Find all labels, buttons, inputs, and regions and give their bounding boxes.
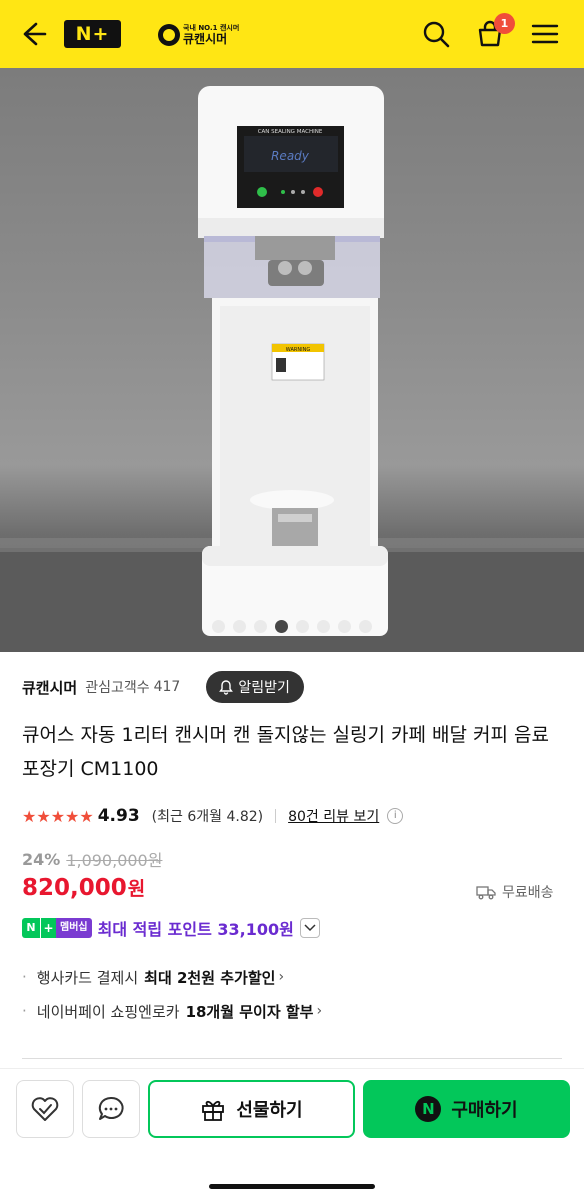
section-divider bbox=[22, 1058, 562, 1059]
pagination-dot[interactable] bbox=[317, 619, 330, 633]
installment-benefit[interactable]: · 네이버페이 쇼핑엔로카 18개월 무이자 할부 › bbox=[22, 998, 322, 1024]
card-discount-benefit[interactable]: · 행사카드 결제시 최대 2천원 추가할인 › bbox=[22, 964, 284, 990]
gift-button[interactable]: 선물하기 bbox=[148, 1080, 355, 1138]
naver-plus-membership-badge: N + 멤버십 bbox=[22, 918, 92, 938]
recent-rating: (최근 6개월 4.82) bbox=[151, 809, 264, 825]
rating-divider bbox=[275, 809, 277, 823]
benefit-highlight: 18개월 무이자 할부 bbox=[185, 1002, 314, 1021]
back-arrow-icon[interactable] bbox=[16, 18, 48, 50]
chat-inquiry-button[interactable] bbox=[82, 1080, 140, 1138]
home-indicator bbox=[209, 1184, 375, 1189]
pagination-dot-active[interactable] bbox=[275, 619, 288, 633]
pagination-dot[interactable] bbox=[296, 619, 309, 633]
pagination-dot[interactable] bbox=[338, 619, 351, 633]
brand-name: 큐캔시머 bbox=[183, 32, 228, 46]
badge-member: 멤버십 bbox=[56, 918, 92, 938]
brand-badge-icon bbox=[158, 24, 180, 46]
chevron-right-icon: › bbox=[278, 969, 285, 985]
naver-pay-icon: N bbox=[415, 1096, 442, 1122]
alert-subscribe-label: 알림받기 bbox=[238, 679, 290, 695]
chevron-right-icon: › bbox=[316, 1003, 323, 1019]
truck-icon bbox=[476, 886, 496, 900]
membership-points-row: N + 멤버십 최대 적립 포인트 33,100원 bbox=[22, 914, 320, 942]
alert-subscribe-button[interactable]: 알림받기 bbox=[206, 671, 304, 703]
wishlist-button[interactable] bbox=[16, 1080, 74, 1138]
product-image[interactable]: CAN SEALING MACHINE Ready WARNING bbox=[0, 68, 584, 652]
benefit-highlight: 최대 2천원 추가할인 bbox=[144, 968, 276, 987]
follower-count: 417 bbox=[153, 679, 181, 695]
search-icon[interactable] bbox=[420, 18, 452, 50]
gift-icon bbox=[202, 1100, 225, 1121]
info-icon[interactable]: i bbox=[387, 808, 404, 824]
product-title: 큐어스 자동 1리터 캔시머 캔 돌지않는 실링기 카페 배달 커피 음료 포장… bbox=[22, 724, 549, 780]
badge-plus: + bbox=[40, 918, 56, 938]
heart-check-icon bbox=[31, 1097, 59, 1121]
chevron-down-icon bbox=[304, 924, 316, 932]
rating-stars-icon: ★★★★★ bbox=[22, 806, 94, 826]
seller-name[interactable]: 큐캔시머 bbox=[22, 677, 77, 698]
badge-n: N bbox=[22, 918, 40, 938]
rating-score: 4.93 bbox=[97, 806, 140, 826]
brand-logo[interactable]: 국내 NO.1 캔시머 큐캔시머 bbox=[158, 22, 239, 48]
cart-count-badge: 1 bbox=[494, 13, 515, 34]
buy-button-label: 구매하기 bbox=[451, 1100, 518, 1121]
menu-icon[interactable] bbox=[529, 18, 561, 50]
gift-button-label: 선물하기 bbox=[236, 1100, 303, 1121]
bullet: · bbox=[22, 1002, 27, 1020]
buy-now-button[interactable]: N 구매하기 bbox=[363, 1080, 570, 1138]
pagination-dot[interactable] bbox=[359, 619, 372, 633]
original-price: 1,090,000원 bbox=[66, 851, 163, 870]
rating-row: ★★★★★ 4.93 (최근 6개월 4.82) 80건 리뷰 보기 i bbox=[22, 802, 562, 830]
pagination-dot[interactable] bbox=[254, 619, 267, 633]
chat-bubble-icon bbox=[98, 1096, 124, 1120]
benefit-prefix: 네이버페이 쇼핑엔로카 bbox=[36, 1002, 180, 1021]
max-points-text: 최대 적립 포인트 33,100원 bbox=[97, 920, 294, 939]
bullet: · bbox=[22, 968, 27, 986]
screen-status: Ready bbox=[271, 149, 310, 163]
seller-row: 큐캔시머 관심고객수 417 알림받기 bbox=[22, 670, 562, 704]
follower-label: 관심고객수 bbox=[85, 680, 150, 696]
image-pagination bbox=[0, 618, 584, 634]
nplus-store-logo[interactable]: N+ bbox=[64, 20, 121, 48]
sale-price: 820,000 bbox=[22, 875, 127, 901]
benefit-prefix: 행사카드 결제시 bbox=[36, 968, 139, 987]
discount-rate: 24% bbox=[22, 849, 61, 869]
sale-price-unit: 원 bbox=[127, 878, 146, 900]
warning-label: WARNING bbox=[286, 347, 311, 353]
discount-row: 24% 1,090,000원 bbox=[22, 846, 162, 872]
pagination-dot[interactable] bbox=[233, 619, 246, 633]
shipping-info: 무료배송 bbox=[476, 880, 554, 904]
reviews-link[interactable]: 80건 리뷰 보기 bbox=[288, 806, 379, 826]
points-expand-button[interactable] bbox=[299, 918, 320, 938]
bell-plus-icon bbox=[219, 680, 234, 695]
pagination-dot[interactable] bbox=[212, 619, 225, 633]
screen-title: CAN SEALING MACHINE bbox=[258, 129, 323, 135]
can-sealer-illustration: CAN SEALING MACHINE Ready WARNING bbox=[0, 86, 584, 652]
shipping-label: 무료배송 bbox=[502, 885, 554, 901]
price-row: 820,000 원 bbox=[22, 874, 145, 910]
brand-subtitle: 국내 NO.1 캔시머 bbox=[183, 24, 240, 32]
